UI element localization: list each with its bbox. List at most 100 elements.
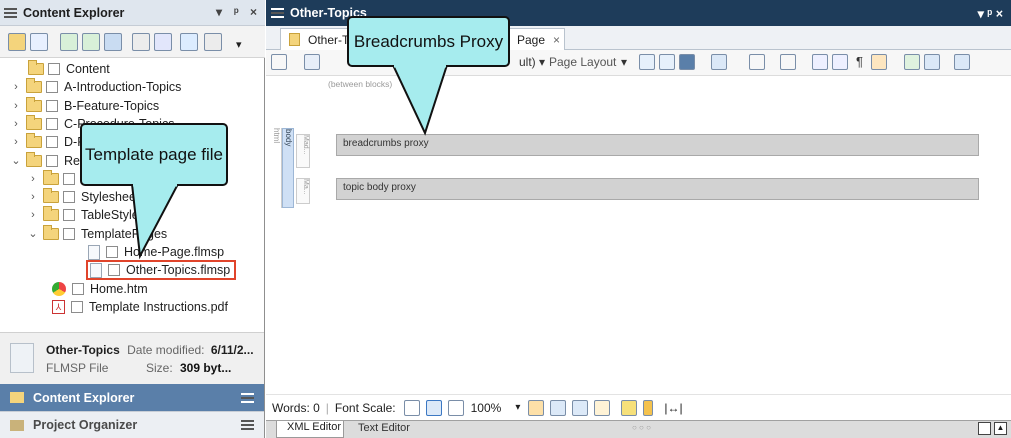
tree-item[interactable]: › A-Introduction-Topics (10, 78, 181, 96)
checkbox[interactable] (46, 99, 58, 112)
checkbox[interactable] (63, 209, 75, 222)
preview-icon[interactable] (954, 54, 970, 70)
pane-tab-content-explorer[interactable]: Content Explorer (0, 384, 264, 411)
checkbox[interactable] (72, 282, 84, 295)
menu-icon[interactable] (4, 7, 17, 18)
zoom-out-icon[interactable] (403, 399, 420, 416)
checkbox[interactable] (106, 246, 118, 258)
zoom-level[interactable]: 100% (471, 401, 502, 415)
open-icon[interactable] (180, 33, 198, 51)
tree-item[interactable]: Content (28, 60, 110, 78)
checkbox[interactable] (108, 264, 120, 277)
editor-canvas[interactable]: (between blocks) html body Mad... Ma... … (266, 76, 1011, 386)
properties-icon[interactable] (204, 33, 222, 51)
pin-icon[interactable]: ᵖ (234, 5, 239, 19)
checkbox[interactable] (46, 117, 58, 130)
checkbox[interactable] (46, 81, 58, 94)
copy-icon[interactable] (60, 33, 78, 51)
zoom-reset-icon[interactable] (425, 399, 442, 416)
topic-body-proxy-block[interactable]: topic body proxy (336, 178, 979, 200)
tree-item-label: Content (66, 62, 110, 76)
expand-caret-icon[interactable]: › (10, 81, 22, 93)
copy-icon[interactable] (904, 54, 920, 70)
folder-icon (26, 114, 42, 130)
template-file-icon (88, 244, 100, 260)
menu-icon[interactable] (241, 420, 254, 430)
format-icon[interactable] (749, 54, 765, 70)
layout-icon[interactable] (572, 399, 589, 416)
variable-icon[interactable] (812, 54, 828, 70)
visibility-icon[interactable] (871, 54, 887, 70)
block-structure-bar[interactable]: Mad... (296, 134, 310, 168)
link-icon[interactable] (132, 33, 150, 51)
html-structure-bar[interactable]: html (270, 128, 282, 208)
tab-xml-editor[interactable]: XML Editor (276, 421, 344, 438)
bookmark-icon[interactable] (643, 399, 654, 416)
checkbox[interactable] (71, 300, 83, 313)
layout-icon[interactable] (639, 54, 655, 70)
pen-icon[interactable] (304, 54, 320, 70)
body-structure-bar[interactable]: body (282, 128, 294, 208)
checkbox[interactable] (48, 63, 60, 75)
paste-icon[interactable] (924, 54, 940, 70)
splitter-handle[interactable]: ○ ○ ○ (632, 423, 651, 432)
browser-icon (52, 281, 66, 296)
checkbox[interactable] (63, 227, 75, 240)
paste-icon[interactable] (82, 33, 100, 51)
folder-icon (43, 169, 59, 185)
pilcrow-icon[interactable]: ¶ (856, 54, 863, 69)
checkbox[interactable] (63, 172, 75, 185)
insert-icon[interactable] (711, 54, 727, 70)
globe-icon[interactable] (154, 33, 172, 51)
close-icon[interactable]: × (250, 5, 257, 19)
condition-icon[interactable] (832, 54, 848, 70)
checkbox[interactable] (63, 191, 75, 204)
tree-item[interactable]: Other-Topics.flmsp (86, 260, 237, 281)
tab-text-editor[interactable]: Text Editor (348, 422, 410, 434)
expand-caret-icon[interactable]: › (10, 100, 22, 112)
pane-tab-project-organizer[interactable]: Project Organizer (0, 411, 264, 438)
expand-caret-icon[interactable]: › (10, 136, 22, 148)
fit-width-icon[interactable]: |↔| (664, 401, 682, 415)
bottom-tabs: XML Editor Text Editor ○ ○ ○ ▲ (266, 420, 1011, 438)
marker-icon[interactable] (594, 399, 611, 416)
callout-text: Breadcrumbs Proxy (353, 31, 504, 51)
pane-tab-label: Content Explorer (33, 390, 135, 405)
page-icon (289, 33, 300, 46)
expand-caret-icon[interactable]: › (10, 118, 22, 130)
text-icon[interactable] (780, 54, 796, 70)
split-view-icon[interactable] (978, 422, 991, 435)
expand-caret-icon[interactable]: ⌄ (27, 227, 39, 240)
menu-icon[interactable] (241, 392, 254, 403)
expand-caret-icon[interactable]: › (27, 191, 39, 203)
checkbox[interactable] (46, 154, 58, 167)
structure-icon[interactable] (550, 399, 567, 416)
new-folder-icon[interactable] (8, 33, 26, 51)
tree-item[interactable]: ⅄ Template Instructions.pdf (52, 298, 228, 316)
highlight-icon[interactable] (528, 399, 545, 416)
layout-dropdown-value[interactable]: ult) (519, 55, 536, 69)
tab-close-icon[interactable]: × (553, 33, 560, 47)
dropdown-icon[interactable]: ▾ (216, 5, 222, 19)
checkbox[interactable] (46, 136, 58, 149)
ruler-icon[interactable] (621, 399, 638, 416)
block-structure-bar[interactable]: Ma... (296, 178, 310, 204)
window-controls[interactable]: ▾ ᵖ × (978, 6, 1003, 21)
expand-caret-icon[interactable]: › (27, 173, 39, 185)
view-icon[interactable] (104, 33, 122, 51)
collapse-icon[interactable]: ▲ (994, 422, 1007, 435)
expand-caret-icon[interactable]: › (27, 209, 39, 221)
zoom-icon[interactable] (271, 54, 287, 70)
zoom-in-icon[interactable] (447, 399, 464, 416)
new-file-icon[interactable] (30, 33, 48, 51)
menu-icon[interactable] (271, 8, 284, 18)
tree-item[interactable]: › B-Feature-Topics (10, 96, 159, 115)
folder-icon (43, 224, 59, 240)
block-icon[interactable] (679, 54, 695, 70)
callout-breadcrumbs-pointer (391, 65, 449, 136)
tree-item[interactable]: Home.htm (52, 280, 148, 298)
layout-icon[interactable] (659, 54, 675, 70)
expand-caret-icon[interactable]: ⌄ (10, 154, 22, 167)
page-layout-dropdown[interactable]: Page Layout (549, 55, 616, 69)
overflow-icon[interactable]: ▾ (236, 38, 246, 56)
